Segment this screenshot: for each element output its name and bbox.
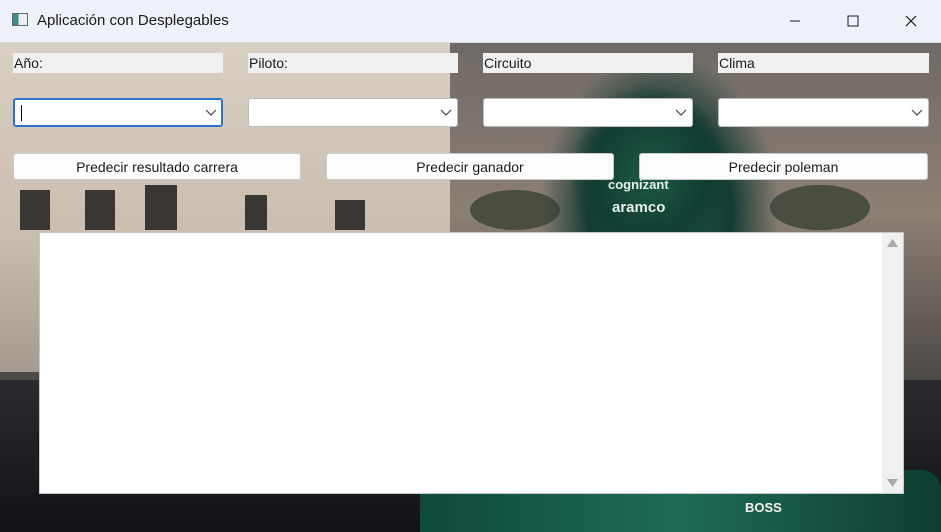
predict-race-button[interactable]: Predecir resultado carrera — [13, 153, 301, 180]
minimize-icon — [790, 20, 800, 22]
app-icon — [12, 13, 28, 26]
scroll-down-icon[interactable] — [887, 479, 898, 487]
maximize-icon — [847, 15, 859, 27]
window-title: Aplicación con Desplegables — [37, 12, 229, 29]
sponsor-text: aramco — [612, 199, 666, 216]
chevron-down-icon[interactable] — [204, 108, 218, 118]
close-button[interactable] — [882, 0, 940, 42]
background-palm — [770, 185, 870, 230]
app-window: cognizant aramco BOSS Aplicación con Des… — [0, 0, 941, 532]
driver-combobox[interactable] — [248, 98, 458, 127]
building-window — [245, 195, 267, 230]
circuit-label: Circuito — [483, 53, 693, 73]
weather-label: Clima — [718, 53, 929, 73]
driver-label: Piloto: — [248, 53, 458, 73]
chevron-down-icon[interactable] — [674, 108, 688, 118]
building-window — [20, 190, 50, 230]
building-window — [145, 185, 177, 230]
output-textarea[interactable] — [39, 232, 904, 494]
minimize-button[interactable] — [766, 0, 824, 42]
maximize-button[interactable] — [824, 0, 882, 42]
predict-pole-button[interactable]: Predecir poleman — [639, 153, 928, 180]
vertical-scrollbar[interactable] — [882, 233, 903, 493]
chevron-down-icon[interactable] — [910, 108, 924, 118]
chevron-down-icon[interactable] — [439, 108, 453, 118]
predict-winner-button[interactable]: Predecir ganador — [326, 153, 614, 180]
title-bar[interactable]: Aplicación con Desplegables — [0, 0, 941, 43]
building-window — [335, 200, 365, 230]
scroll-up-icon[interactable] — [887, 239, 898, 247]
circuit-combobox[interactable] — [483, 98, 693, 127]
text-caret — [21, 105, 22, 121]
building-window — [85, 190, 115, 230]
weather-combobox[interactable] — [718, 98, 929, 127]
close-icon — [905, 15, 917, 27]
background-palm — [470, 190, 560, 230]
year-combobox[interactable] — [13, 98, 223, 127]
sponsor-text: BOSS — [745, 500, 782, 515]
year-label: Año: — [13, 53, 223, 73]
